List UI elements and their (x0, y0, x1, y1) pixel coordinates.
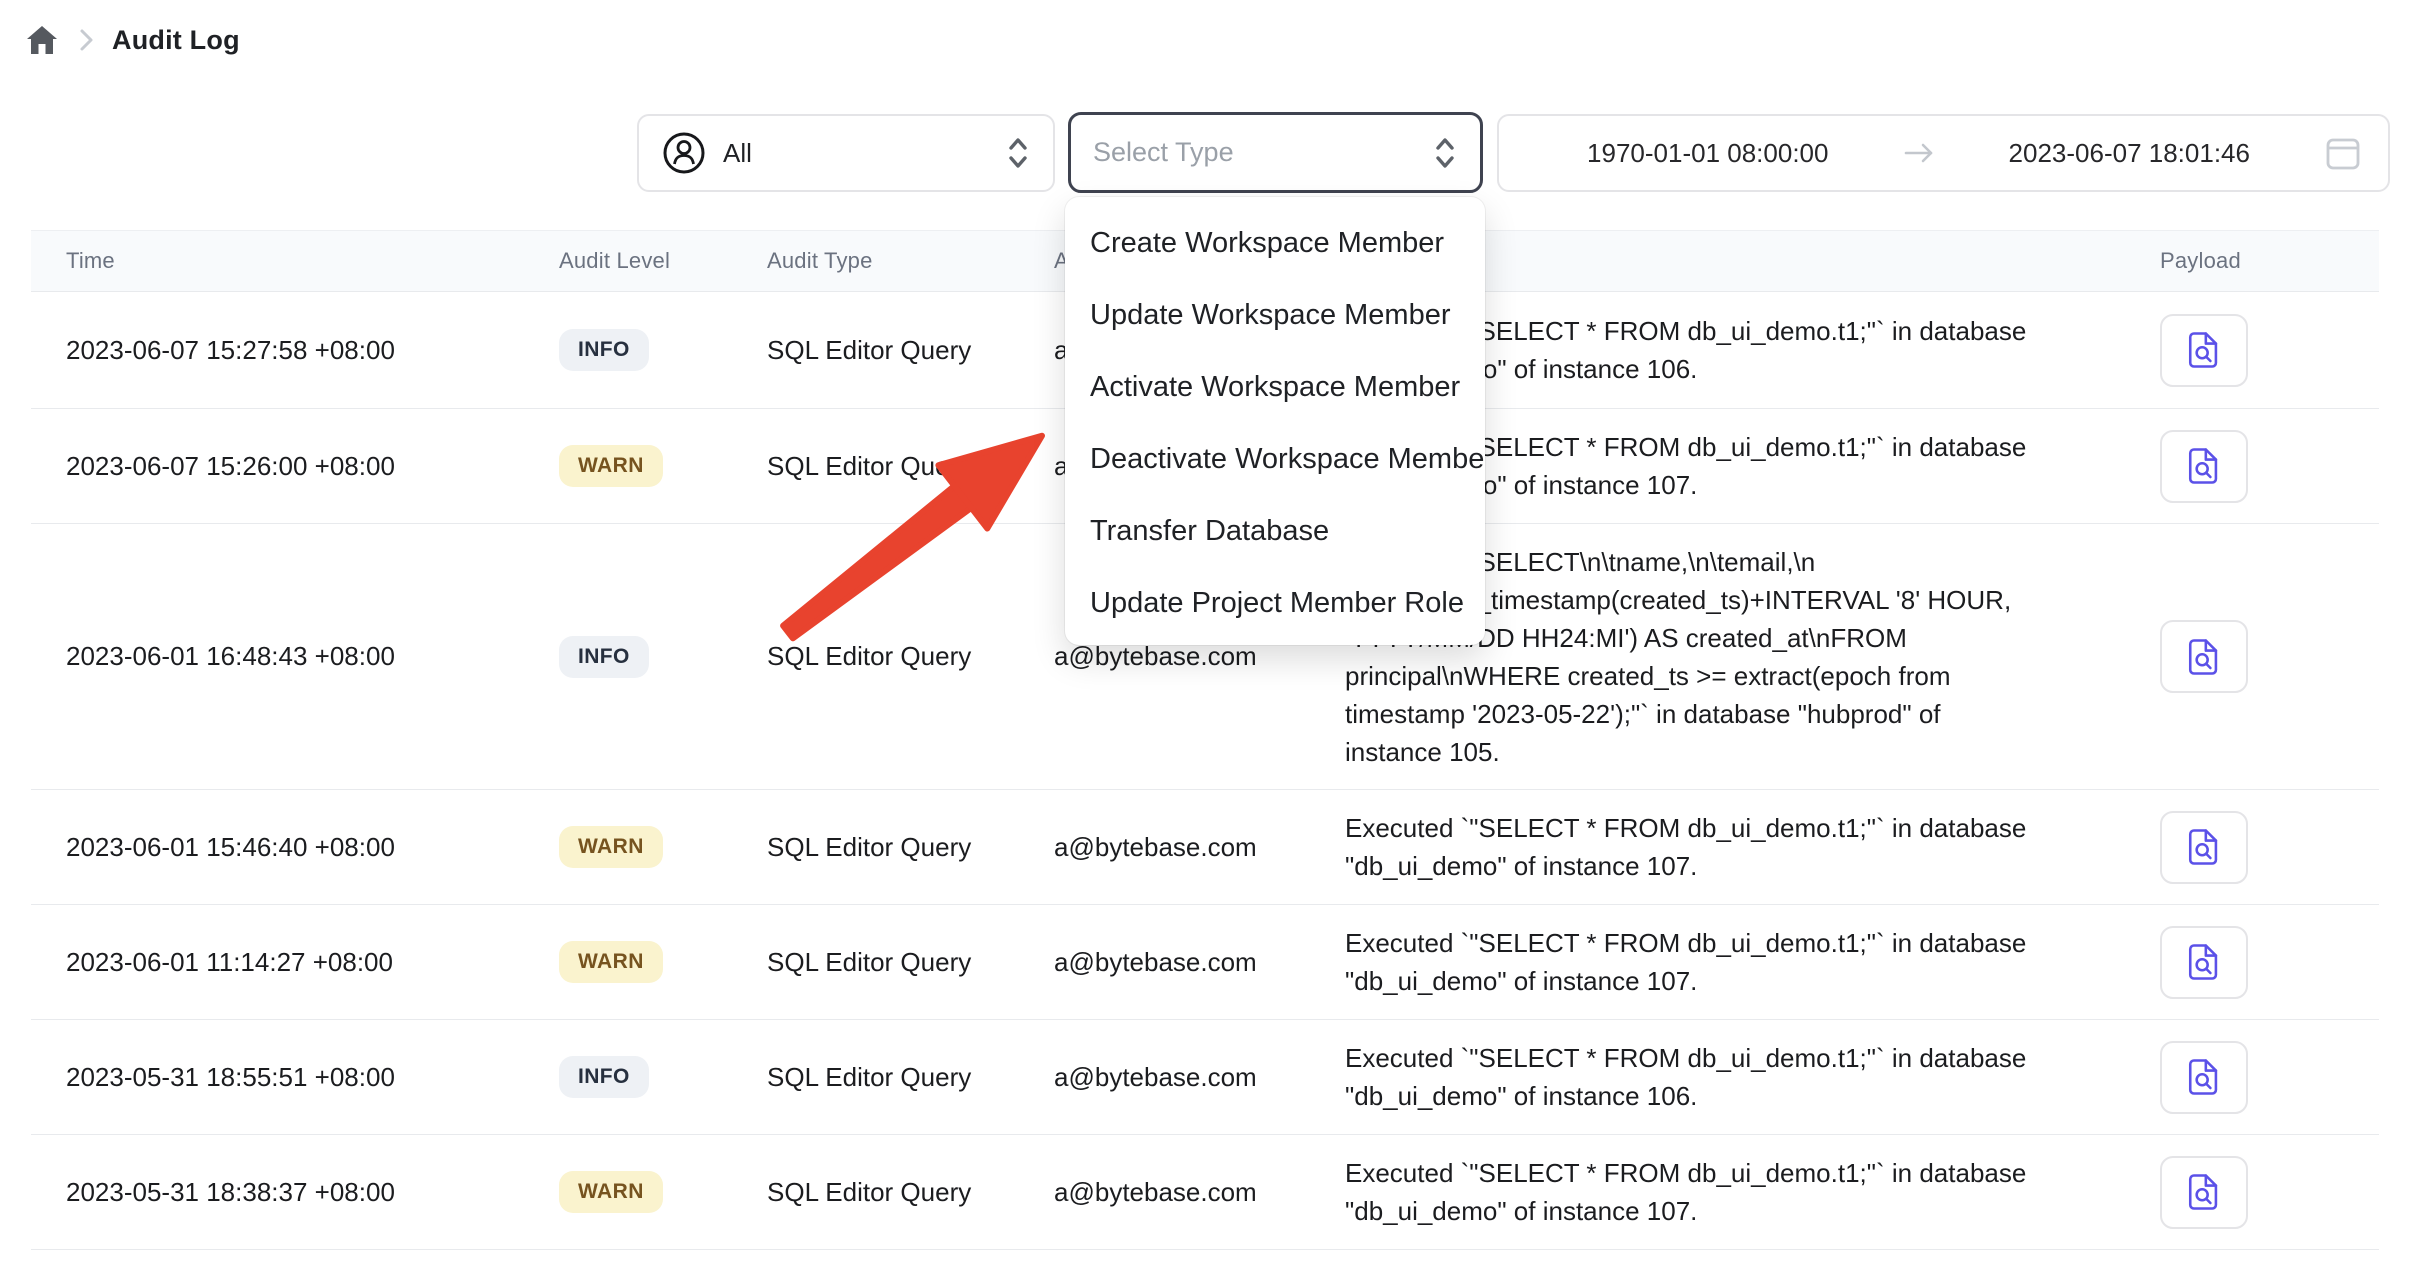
chevrons-up-down-icon (1432, 135, 1458, 171)
cell-time: 2023-06-01 16:48:43 +08:00 (31, 641, 559, 672)
cell-audit-type: SQL Editor Query (767, 947, 1054, 978)
status-badge: WARN (559, 1171, 663, 1213)
cell-audit-type: SQL Editor Query (767, 451, 1054, 482)
cell-time: 2023-05-31 18:55:51 +08:00 (31, 1062, 559, 1093)
dropdown-option[interactable]: Activate Workspace Member (1065, 351, 1485, 423)
view-payload-button[interactable] (2160, 314, 2248, 387)
actor-filter-select[interactable]: All (637, 114, 1055, 192)
type-filter-placeholder: Select Type (1093, 137, 1432, 168)
cell-actor: a@bytebase.com (1054, 641, 1345, 672)
cell-time: 2023-06-07 15:27:58 +08:00 (31, 335, 559, 366)
cell-time: 2023-06-01 15:46:40 +08:00 (31, 832, 559, 863)
cell-audit-type: SQL Editor Query (767, 335, 1054, 366)
calendar-icon[interactable] (2322, 132, 2364, 174)
chevron-right-icon (76, 27, 96, 53)
breadcrumb: Audit Log (24, 22, 240, 58)
status-badge: WARN (559, 445, 663, 487)
status-badge: WARN (559, 941, 663, 983)
view-payload-button[interactable] (2160, 1156, 2248, 1229)
dropdown-option[interactable]: Transfer Database (1065, 495, 1485, 567)
status-badge: INFO (559, 329, 649, 371)
home-icon[interactable] (24, 22, 60, 58)
table-row: 2023-05-31 18:38:37 +08:00 WARN SQL Edit… (31, 1135, 2379, 1250)
cell-audit-type: SQL Editor Query (767, 641, 1054, 672)
cell-comment: Executed `"SELECT * FROM db_ui_demo.t1;"… (1345, 1154, 2160, 1230)
cell-comment: Executed `"SELECT * FROM db_ui_demo.t1;"… (1345, 924, 2160, 1000)
view-payload-button[interactable] (2160, 811, 2248, 884)
cell-comment: Executed `"SELECT * FROM db_ui_demo.t1;"… (1345, 809, 2160, 885)
date-range-end[interactable]: 2023-06-07 18:01:46 (1945, 138, 2315, 169)
view-payload-button[interactable] (2160, 430, 2248, 503)
status-badge: INFO (559, 1056, 649, 1098)
status-badge: WARN (559, 826, 663, 868)
type-filter-select[interactable]: Select Type (1068, 112, 1483, 193)
cell-comment: Executed `"SELECT * FROM db_ui_demo.t1;"… (1345, 1039, 2160, 1115)
cell-time: 2023-06-01 11:14:27 +08:00 (31, 947, 559, 978)
status-badge: INFO (559, 636, 649, 678)
view-payload-button[interactable] (2160, 926, 2248, 999)
page-title: Audit Log (112, 25, 240, 56)
cell-audit-type: SQL Editor Query (767, 832, 1054, 863)
table-row: 2023-06-01 11:14:27 +08:00 WARN SQL Edit… (31, 905, 2379, 1020)
table-row: 2023-05-31 18:55:51 +08:00 INFO SQL Edit… (31, 1020, 2379, 1135)
dropdown-option[interactable]: Deactivate Workspace Member (1065, 423, 1485, 495)
cell-actor: a@bytebase.com (1054, 947, 1345, 978)
arrow-right-icon (1901, 139, 1937, 167)
col-header-payload: Payload (2160, 248, 2379, 274)
cell-actor: a@bytebase.com (1054, 1177, 1345, 1208)
table-row: 2023-06-01 15:46:40 +08:00 WARN SQL Edit… (31, 790, 2379, 905)
cell-time: 2023-05-31 18:38:37 +08:00 (31, 1177, 559, 1208)
view-payload-button[interactable] (2160, 620, 2248, 693)
cell-audit-type: SQL Editor Query (767, 1062, 1054, 1093)
cell-time: 2023-06-07 15:26:00 +08:00 (31, 451, 559, 482)
user-circle-icon (661, 130, 707, 176)
cell-actor: a@bytebase.com (1054, 1062, 1345, 1093)
view-payload-button[interactable] (2160, 1041, 2248, 1114)
dropdown-option[interactable]: Create Workspace Member (1065, 207, 1485, 279)
dropdown-option[interactable]: Update Workspace Member (1065, 279, 1485, 351)
chevrons-up-down-icon (1005, 135, 1031, 171)
cell-audit-type: SQL Editor Query (767, 1177, 1054, 1208)
dropdown-option[interactable]: Update Project Member Role (1065, 567, 1485, 639)
type-select-dropdown: Create Workspace Member Update Workspace… (1065, 197, 1485, 645)
col-header-audit-type: Audit Type (767, 248, 1054, 274)
date-range-start[interactable]: 1970-01-01 08:00:00 (1523, 138, 1893, 169)
col-header-audit-level: Audit Level (559, 248, 767, 274)
actor-filter-value: All (723, 138, 989, 169)
date-range-picker[interactable]: 1970-01-01 08:00:00 2023-06-07 18:01:46 (1497, 114, 2390, 192)
col-header-time: Time (31, 248, 559, 274)
cell-actor: a@bytebase.com (1054, 832, 1345, 863)
